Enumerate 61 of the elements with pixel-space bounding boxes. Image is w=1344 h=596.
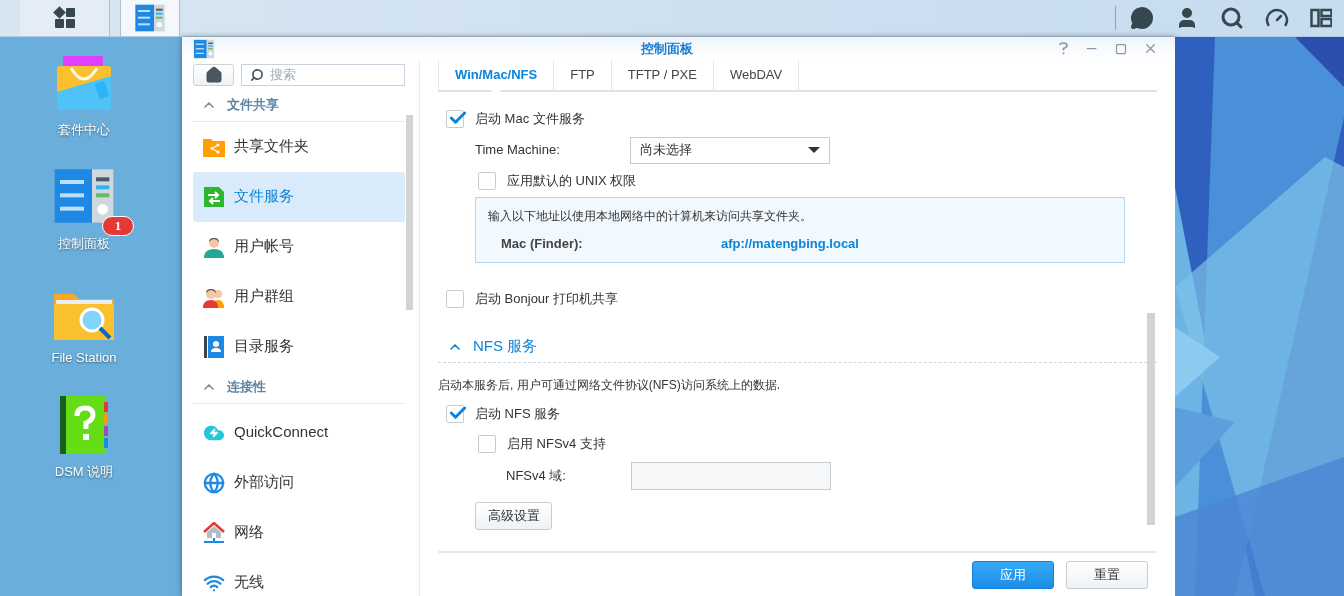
- checkbox-label: 启用 NFSv4 支持: [507, 435, 606, 454]
- info-key: Mac (Finder):: [501, 234, 721, 254]
- checkbox-label: 启动 NFS 服务: [475, 405, 561, 424]
- house-network-icon: [203, 521, 225, 544]
- globe-icon: [203, 471, 225, 494]
- file-arrows-icon: [203, 185, 225, 208]
- tab[interactable]: WebDAV: [713, 60, 800, 90]
- field-label: Time Machine:: [475, 141, 561, 160]
- search-field[interactable]: 搜索: [241, 64, 405, 86]
- sidebar-item[interactable]: 用户帐号: [193, 221, 405, 272]
- help-book-icon[interactable]: [58, 394, 110, 456]
- tab[interactable]: Win/Mac/NFS: [438, 60, 555, 90]
- taskbar-button[interactable]: [20, 0, 110, 36]
- nfs-description: 启动本服务后, 用户可通过网络文件协议(NFS)访问系统上的数据.: [438, 377, 781, 394]
- section-header[interactable]: 连接性: [193, 371, 405, 404]
- close-icon[interactable]: [1143, 41, 1158, 56]
- maximize-icon[interactable]: [1115, 42, 1127, 55]
- scrollbar[interactable]: [1147, 313, 1155, 525]
- checkbox[interactable]: [446, 110, 464, 128]
- sidebar-item[interactable]: QuickConnect: [193, 407, 405, 458]
- sidebar-item[interactable]: 用户群组: [193, 271, 405, 322]
- grid-icon: [52, 6, 77, 30]
- time-machine-dropdown[interactable]: 尚未选择: [630, 136, 830, 164]
- field-label: NFSv4 域:: [506, 467, 567, 486]
- checkbox[interactable]: [446, 290, 464, 308]
- shared-folder-icon: [203, 136, 225, 157]
- checkbox-label: 启动 Bonjour 打印机共享: [475, 290, 619, 309]
- sidebar-item[interactable]: 外部访问: [193, 457, 405, 508]
- address-link[interactable]: afp://matengbing.local: [721, 234, 859, 254]
- checkbox[interactable]: [478, 172, 496, 190]
- reset-button[interactable]: 重置: [1066, 560, 1148, 589]
- home-button[interactable]: [193, 64, 234, 86]
- advanced-settings-button[interactable]: 高级设置: [475, 502, 552, 530]
- checkbox[interactable]: [478, 435, 496, 453]
- address-book-icon: [203, 335, 225, 358]
- search-input[interactable]: 搜索: [269, 65, 396, 85]
- sidebar-item[interactable]: 网络: [193, 507, 405, 558]
- checkbox-label: 应用默认的 UNIX 权限: [507, 172, 637, 191]
- window-title: 控制面板: [640, 39, 694, 58]
- info-text: 输入以下地址以使用本地网络中的计算机来访问共享文件夹。: [488, 208, 813, 225]
- tab[interactable]: FTP: [554, 60, 612, 90]
- tab[interactable]: TFTP / PXE: [611, 60, 714, 90]
- nfsv4-domain-field[interactable]: [631, 462, 831, 490]
- search-icon: [250, 66, 264, 83]
- control-panel-icon: [134, 2, 166, 34]
- control-panel-icon: [193, 37, 215, 60]
- chat-icon[interactable]: [1130, 6, 1154, 30]
- checkbox-label: 启动 Mac 文件服务: [475, 110, 585, 129]
- widgets-icon[interactable]: [1310, 7, 1332, 29]
- scrollbar[interactable]: [406, 115, 413, 310]
- checkbox[interactable]: [446, 405, 464, 423]
- help-icon[interactable]: [1059, 42, 1068, 55]
- sidebar-item[interactable]: 无线: [193, 557, 405, 596]
- user-icon: [203, 235, 225, 258]
- sidebar-item[interactable]: 共享文件夹: [193, 121, 405, 172]
- section-header[interactable]: 文件共享: [193, 89, 405, 122]
- sidebar-item[interactable]: 目录服务: [193, 321, 405, 372]
- taskbar-button[interactable]: [120, 0, 180, 36]
- search-icon[interactable]: [1220, 6, 1244, 30]
- home-icon: [204, 65, 223, 84]
- notification-badge: 1: [102, 216, 134, 236]
